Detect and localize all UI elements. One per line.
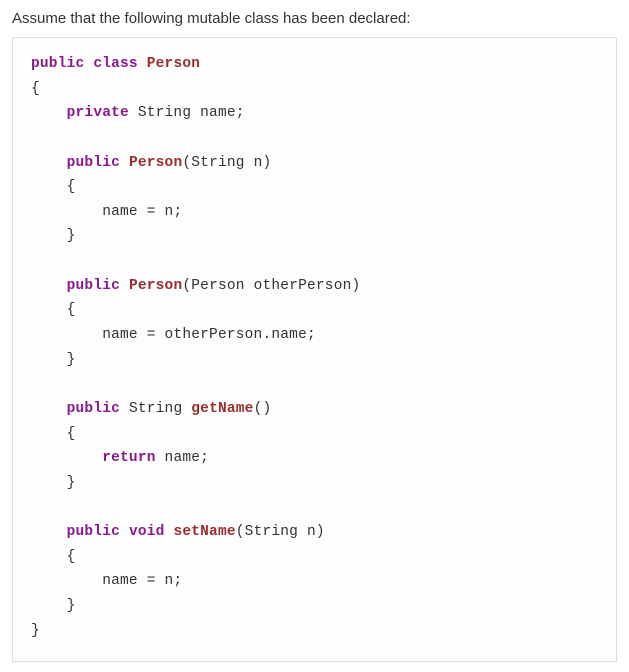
type-string: String	[245, 524, 298, 540]
eq: =	[138, 327, 165, 343]
cparen: )	[263, 155, 272, 171]
oparen: (	[236, 524, 245, 540]
brace-open: {	[67, 549, 76, 565]
sp	[84, 56, 93, 72]
type-string: String	[191, 155, 244, 171]
brace-open: {	[31, 81, 40, 97]
cparen: )	[352, 278, 361, 294]
sp	[245, 278, 254, 294]
line: public Person(Person otherPerson)	[31, 278, 360, 294]
brace-close: }	[31, 623, 40, 639]
line: {	[31, 179, 76, 195]
ctor-name: Person	[129, 155, 182, 171]
line: name = otherPerson.name;	[31, 327, 316, 343]
id-name: name	[102, 204, 138, 220]
method-setname: setName	[173, 524, 235, 540]
line: public class Person	[31, 56, 200, 72]
brace-close: }	[67, 475, 76, 491]
line: {	[31, 426, 76, 442]
semi: ;	[307, 327, 316, 343]
line: }	[31, 598, 76, 614]
id-other: otherPerson	[165, 327, 263, 343]
sp	[120, 278, 129, 294]
intro-text: Assume that the following mutable class …	[12, 10, 617, 27]
brace-close: }	[67, 598, 76, 614]
kw-public: public	[31, 56, 84, 72]
method-getname: getName	[191, 401, 253, 417]
sp	[120, 524, 129, 540]
kw-void: void	[129, 524, 165, 540]
line: return name;	[31, 450, 209, 466]
line: private String name;	[31, 105, 245, 121]
kw-return: return	[102, 450, 155, 466]
semi: ;	[173, 573, 182, 589]
kw-private: private	[67, 105, 129, 121]
code-block: public class Person { private String nam…	[12, 37, 617, 662]
oparen: (	[182, 278, 191, 294]
line: {	[31, 549, 76, 565]
id-name: name	[271, 327, 307, 343]
type-string: String	[138, 105, 191, 121]
brace-close: }	[67, 352, 76, 368]
line: public void setName(String n)	[31, 524, 325, 540]
line: public String getName()	[31, 401, 271, 417]
brace-open: {	[67, 179, 76, 195]
line: name = n;	[31, 573, 182, 589]
line: {	[31, 302, 76, 318]
id-n: n	[307, 524, 316, 540]
sp	[298, 524, 307, 540]
sp	[129, 105, 138, 121]
semi: ;	[236, 105, 245, 121]
oparen: (	[182, 155, 191, 171]
id-name: name	[102, 573, 138, 589]
brace-close: }	[67, 228, 76, 244]
semi: ;	[200, 450, 209, 466]
kw-public: public	[67, 524, 120, 540]
cparen: )	[316, 524, 325, 540]
id-name: name	[200, 105, 236, 121]
line: }	[31, 228, 76, 244]
sp	[182, 401, 191, 417]
id-n: n	[254, 155, 263, 171]
sp	[191, 105, 200, 121]
sp	[138, 56, 147, 72]
parens: ()	[254, 401, 272, 417]
sp	[156, 450, 165, 466]
kw-public: public	[67, 401, 120, 417]
eq: =	[138, 204, 165, 220]
line: public Person(String n)	[31, 155, 271, 171]
id-name: name	[165, 450, 201, 466]
line: }	[31, 352, 76, 368]
type-string: String	[129, 401, 182, 417]
line: name = n;	[31, 204, 182, 220]
brace-open: {	[67, 426, 76, 442]
type-person: Person	[191, 278, 244, 294]
id-name: name	[102, 327, 138, 343]
semi: ;	[173, 204, 182, 220]
class-name: Person	[147, 56, 200, 72]
eq: =	[138, 573, 165, 589]
sp	[245, 155, 254, 171]
kw-public: public	[67, 278, 120, 294]
ctor-name: Person	[129, 278, 182, 294]
sp	[120, 155, 129, 171]
sp	[120, 401, 129, 417]
kw-class: class	[93, 56, 138, 72]
line: }	[31, 475, 76, 491]
id-other: otherPerson	[254, 278, 352, 294]
kw-public: public	[67, 155, 120, 171]
brace-open: {	[67, 302, 76, 318]
